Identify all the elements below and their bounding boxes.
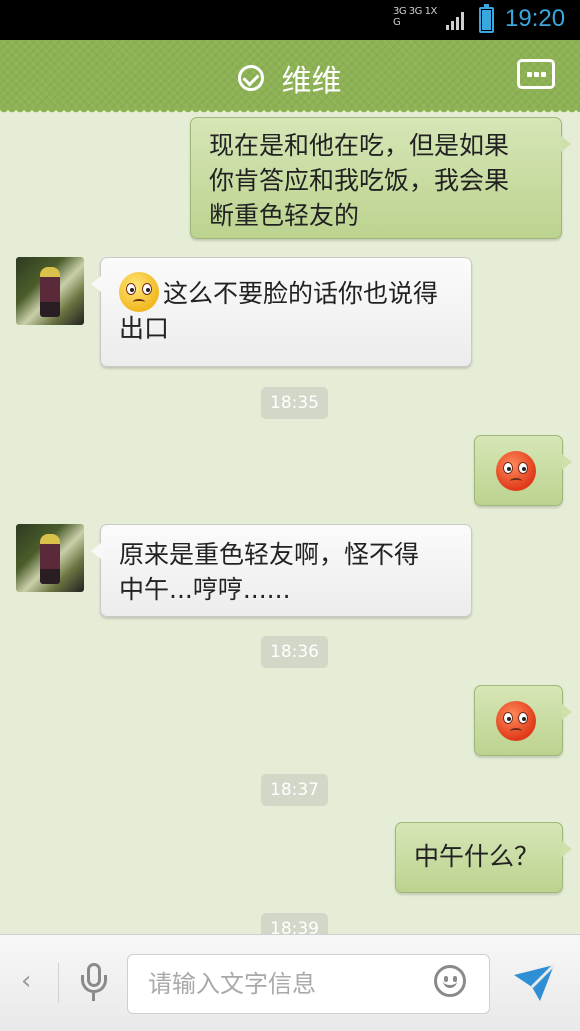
input-bar: ‹ 请输入文字信息 (0, 934, 580, 1031)
angry-yellow-face-icon (119, 272, 159, 312)
message-text-line: 断重色轻友的 (209, 201, 360, 230)
send-button[interactable] (510, 961, 558, 1005)
signal-icon (446, 10, 468, 30)
message-bubble-incoming[interactable]: 这么不要脸的话你也说得 出口 (91, 257, 472, 367)
message-text-line: 现在是和他在吃，但是如果 (209, 131, 510, 160)
message-bubble-outgoing[interactable] (474, 435, 572, 506)
emoji-smile-icon[interactable] (434, 965, 466, 997)
message-bubble-incoming[interactable]: 原来是重色轻友啊，怪不得 中午...哼哼...... (91, 524, 472, 617)
online-check-icon (238, 65, 265, 91)
message-text-line: 你肯答应和我吃饭，我会果 (209, 166, 510, 195)
timestamp: 18:35 (261, 387, 328, 419)
contact-avatar[interactable] (16, 524, 84, 592)
divider (58, 963, 59, 1003)
contact-name: 维维 (281, 64, 342, 99)
network-indicator: 3G 3G 1X G (393, 6, 437, 28)
chevron-left-icon[interactable]: ‹ (21, 968, 35, 994)
message-list: 现在是和他在吃，但是如果 你肯答应和我吃饭，我会果 断重色轻友的 这么不要脸的话… (0, 108, 580, 1031)
status-bar: 3G 3G 1X G 19:20 (0, 0, 580, 40)
contact-avatar[interactable] (16, 257, 84, 325)
more-options-button[interactable] (517, 59, 555, 89)
chat-header: 维维 (0, 40, 580, 114)
timestamp: 18:37 (261, 774, 328, 806)
message-text-line: 出口 (119, 314, 170, 343)
sweat-face-icon (496, 451, 536, 491)
message-bubble-outgoing[interactable]: 中午什么？ (395, 822, 572, 893)
message-bubble-outgoing[interactable]: 现在是和他在吃，但是如果 你肯答应和我吃饭，我会果 断重色轻友的 (190, 117, 571, 239)
status-clock: 19:20 (505, 5, 566, 32)
send-icon (514, 963, 556, 1001)
microphone-icon[interactable] (79, 963, 109, 1003)
message-bubble-outgoing[interactable] (474, 685, 572, 756)
message-text-line: 中午...哼哼...... (119, 575, 291, 604)
message-text-line: 中午什么？ (414, 842, 540, 871)
battery-icon (479, 4, 494, 33)
angry-face-icon (496, 701, 536, 741)
timestamp: 18:36 (261, 636, 328, 668)
message-text-line: 这么不要脸的话你也说得 (119, 272, 461, 312)
message-text-line: 原来是重色轻友啊，怪不得 (119, 540, 420, 569)
